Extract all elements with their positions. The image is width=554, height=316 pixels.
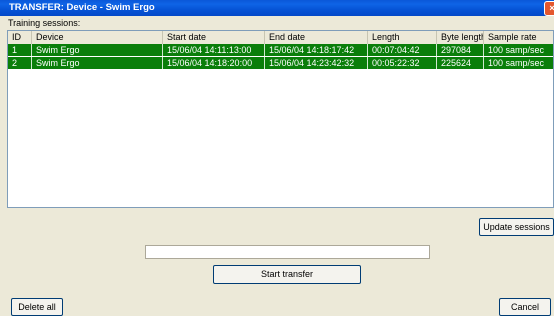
cancel-button[interactable]: Cancel [499, 298, 551, 316]
cell-length: 00:07:04:42 [368, 44, 437, 56]
cell-length: 00:05:22:32 [368, 57, 437, 69]
column-header-sample-rate[interactable]: Sample rate [484, 31, 553, 44]
cell-id: 1 [8, 44, 32, 56]
cell-start-date: 15/06/04 14:18:20:00 [163, 57, 265, 69]
column-header-device[interactable]: Device [32, 31, 163, 44]
cell-id: 2 [8, 57, 32, 69]
cell-end-date: 15/06/04 14:18:17:42 [265, 44, 368, 56]
cell-byte-length: 225624 [437, 57, 484, 69]
column-header-byte-length[interactable]: Byte length [437, 31, 484, 44]
column-header-length[interactable]: Length [368, 31, 437, 44]
cell-sample-rate: 100 samp/sec [488, 58, 545, 68]
cell-byte-length: 297084 [437, 44, 484, 56]
cell-end-date: 15/06/04 14:23:42:32 [265, 57, 368, 69]
window-title: TRANSFER: Device - Swim Ergo [9, 2, 155, 13]
transfer-progress-bar [145, 245, 430, 259]
start-transfer-button[interactable]: Start transfer [213, 265, 361, 284]
title-bar: TRANSFER: Device - Swim Ergo × [0, 0, 554, 16]
sessions-label: Training sessions: [8, 18, 81, 28]
column-header-id[interactable]: ID [8, 31, 32, 44]
cell-device: Swim Ergo [32, 44, 163, 56]
column-header-end-date[interactable]: End date [265, 31, 368, 44]
cell-sample-rate: 100 samp/sec [488, 45, 545, 55]
table-row[interactable]: 2 Swim Ergo 15/06/04 14:18:20:00 15/06/0… [8, 57, 553, 69]
table-row[interactable]: 1 Swim Ergo 15/06/04 14:11:13:00 15/06/0… [8, 44, 553, 56]
cell-start-date: 15/06/04 14:11:13:00 [163, 44, 265, 56]
update-sessions-button[interactable]: Update sessions [479, 218, 554, 236]
column-header-start-date[interactable]: Start date [163, 31, 265, 44]
close-icon[interactable]: × [544, 1, 554, 16]
list-header: ID Device Start date End date Length Byt… [8, 31, 553, 45]
delete-all-button[interactable]: Delete all [11, 298, 63, 316]
sessions-list[interactable]: ID Device Start date End date Length Byt… [7, 30, 554, 208]
cell-device: Swim Ergo [32, 57, 163, 69]
